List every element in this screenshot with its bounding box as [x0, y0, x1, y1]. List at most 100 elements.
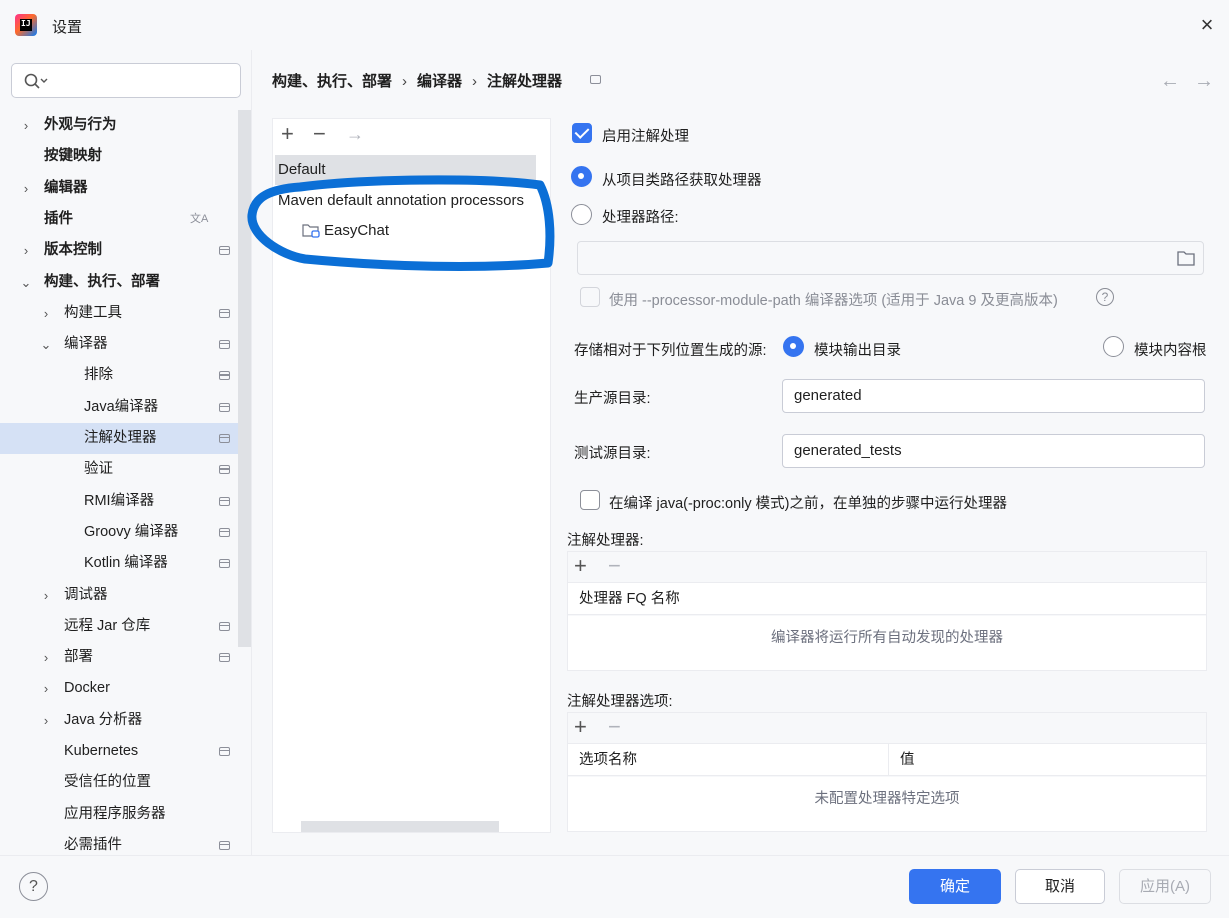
- options-toolbar: + −: [568, 713, 1206, 744]
- chevron-right-icon[interactable]: ›: [19, 235, 33, 266]
- help-button[interactable]: ?: [19, 872, 48, 901]
- sidebar-item[interactable]: Groovy 编译器: [0, 517, 238, 548]
- use-module-path-label: 使用 --processor-module-path 编译器选项 (适用于 Ja…: [609, 293, 1058, 309]
- chevron-right-icon[interactable]: ›: [39, 298, 53, 329]
- chevron-right-icon[interactable]: ›: [39, 673, 53, 704]
- sidebar-item[interactable]: › 调试器: [0, 580, 238, 611]
- sidebar-item[interactable]: Kotlin 编译器: [0, 548, 238, 579]
- sidebar-item[interactable]: › 版本控制: [0, 235, 238, 266]
- chevron-down-icon[interactable]: ⌄: [39, 329, 53, 360]
- cancel-button[interactable]: 取消: [1015, 869, 1105, 904]
- close-icon[interactable]: ×: [1192, 10, 1222, 40]
- sidebar-item[interactable]: › 外观与行为: [0, 110, 238, 141]
- settings-search-input[interactable]: [11, 63, 241, 98]
- sidebar-item[interactable]: ⌄ 编译器: [0, 329, 238, 360]
- sidebar-item[interactable]: › 部署: [0, 642, 238, 673]
- sidebar-item[interactable]: ⌄ 构建、执行、部署: [0, 267, 238, 298]
- sidebar-scrollbar[interactable]: [238, 110, 251, 647]
- chevron-right-icon[interactable]: ›: [19, 110, 33, 141]
- sidebar-item[interactable]: › Java 分析器: [0, 705, 238, 736]
- enable-annotation-processing-checkbox[interactable]: [572, 123, 592, 143]
- sidebar-item[interactable]: 受信任的位置: [0, 767, 238, 798]
- chevron-right-icon[interactable]: ›: [39, 705, 53, 736]
- project-icon: [219, 653, 230, 663]
- intellij-logo-icon: IJ: [15, 14, 37, 36]
- profile-maven[interactable]: Maven default annotation processors: [278, 192, 524, 209]
- project-icon: [219, 621, 230, 631]
- use-module-path-checkbox[interactable]: [580, 287, 600, 307]
- chevron-down-icon[interactable]: ⌄: [19, 267, 33, 298]
- sidebar-item[interactable]: 按键映射: [0, 141, 238, 172]
- sidebar-item[interactable]: 应用程序服务器: [0, 799, 238, 830]
- breadcrumb-item[interactable]: 编译器: [417, 70, 462, 91]
- remove-option-icon[interactable]: −: [608, 714, 621, 740]
- project-icon: [219, 747, 230, 756]
- processors-toolbar: + −: [568, 552, 1206, 583]
- ok-button[interactable]: 确定: [909, 869, 1001, 904]
- breadcrumb-separator: ›: [402, 73, 408, 90]
- chevron-right-icon[interactable]: ›: [39, 580, 53, 611]
- add-option-icon[interactable]: +: [574, 714, 587, 740]
- production-dir-input[interactable]: generated: [782, 379, 1205, 413]
- chevron-right-icon[interactable]: ›: [19, 173, 33, 204]
- sidebar-item-label: 构建、执行、部署: [44, 273, 160, 290]
- test-dir-label: 测试源目录:: [574, 446, 651, 462]
- obtain-from-classpath-label: 从项目类路径获取处理器: [602, 173, 762, 189]
- sidebar-item[interactable]: 远程 Jar 仓库: [0, 611, 238, 642]
- profile-default[interactable]: Default: [275, 155, 536, 185]
- processor-path-field[interactable]: [577, 241, 1204, 275]
- sidebar-item[interactable]: 排除: [0, 360, 238, 391]
- processor-path-radio[interactable]: [571, 204, 592, 225]
- sidebar-item[interactable]: › Docker: [0, 673, 238, 704]
- sidebar-item-label: Kubernetes: [64, 743, 139, 759]
- remove-profile-icon[interactable]: −: [313, 121, 326, 147]
- sidebar-item[interactable]: 插件 文A: [0, 204, 238, 235]
- sidebar-item-label: 应用程序服务器: [64, 805, 166, 822]
- project-icon: [219, 402, 230, 412]
- processor-path-label: 处理器路径:: [602, 210, 679, 226]
- profiles-panel: + − → Default Maven default annotation p…: [272, 118, 551, 833]
- chevron-right-icon[interactable]: ›: [39, 642, 53, 673]
- module-content-root-radio[interactable]: [1103, 336, 1124, 357]
- move-profile-icon[interactable]: →: [346, 121, 364, 147]
- browse-folder-icon[interactable]: [1176, 249, 1196, 267]
- project-icon: [219, 465, 230, 475]
- search-icon: [24, 73, 48, 89]
- sidebar-item-label: RMI编译器: [84, 492, 155, 509]
- sidebar-item-label: 验证: [84, 461, 113, 478]
- test-dir-input[interactable]: generated_tests: [782, 434, 1205, 468]
- project-icon: [590, 75, 601, 84]
- profiles-horizontal-scrollbar[interactable]: [301, 821, 499, 832]
- profile-module-easychat[interactable]: EasyChat: [324, 222, 389, 239]
- sidebar-item[interactable]: Java编译器: [0, 392, 238, 423]
- module-output-label: 模块输出目录: [814, 343, 901, 359]
- back-arrow-icon[interactable]: ←: [1160, 70, 1180, 93]
- remove-processor-icon[interactable]: −: [608, 553, 621, 579]
- column-header-name[interactable]: 选项名称: [568, 744, 889, 775]
- sidebar-item[interactable]: 注解处理器: [0, 423, 251, 454]
- sidebar-item-label: 调试器: [64, 586, 108, 603]
- sidebar-item[interactable]: › 编辑器: [0, 173, 238, 204]
- add-profile-icon[interactable]: +: [281, 121, 294, 147]
- obtain-from-classpath-radio[interactable]: [571, 166, 592, 187]
- module-output-radio[interactable]: [783, 336, 804, 357]
- sidebar-item[interactable]: Kubernetes: [0, 736, 238, 767]
- project-icon: [219, 371, 230, 381]
- sidebar-item[interactable]: RMI编译器: [0, 486, 238, 517]
- sidebar-item-label: 版本控制: [44, 242, 102, 259]
- sidebar-item-label: Kotlin 编译器: [84, 555, 168, 572]
- separate-step-checkbox[interactable]: [580, 490, 600, 510]
- sidebar-item-label: 注解处理器: [84, 430, 157, 446]
- sidebar-item[interactable]: 必需插件: [0, 830, 238, 855]
- sidebar-item[interactable]: 验证: [0, 454, 238, 485]
- apply-button[interactable]: 应用(A): [1119, 869, 1211, 904]
- forward-arrow-icon[interactable]: →: [1194, 70, 1214, 93]
- add-processor-icon[interactable]: +: [574, 553, 587, 579]
- breadcrumb-separator: ›: [472, 73, 478, 90]
- breadcrumb-item[interactable]: 构建、执行、部署: [272, 70, 392, 91]
- column-header-value[interactable]: 值: [889, 744, 915, 776]
- sidebar-item[interactable]: › 构建工具: [0, 298, 238, 329]
- sidebar-item-label: 排除: [84, 367, 113, 384]
- help-icon[interactable]: ?: [1096, 288, 1114, 306]
- column-header[interactable]: 处理器 FQ 名称: [568, 583, 680, 615]
